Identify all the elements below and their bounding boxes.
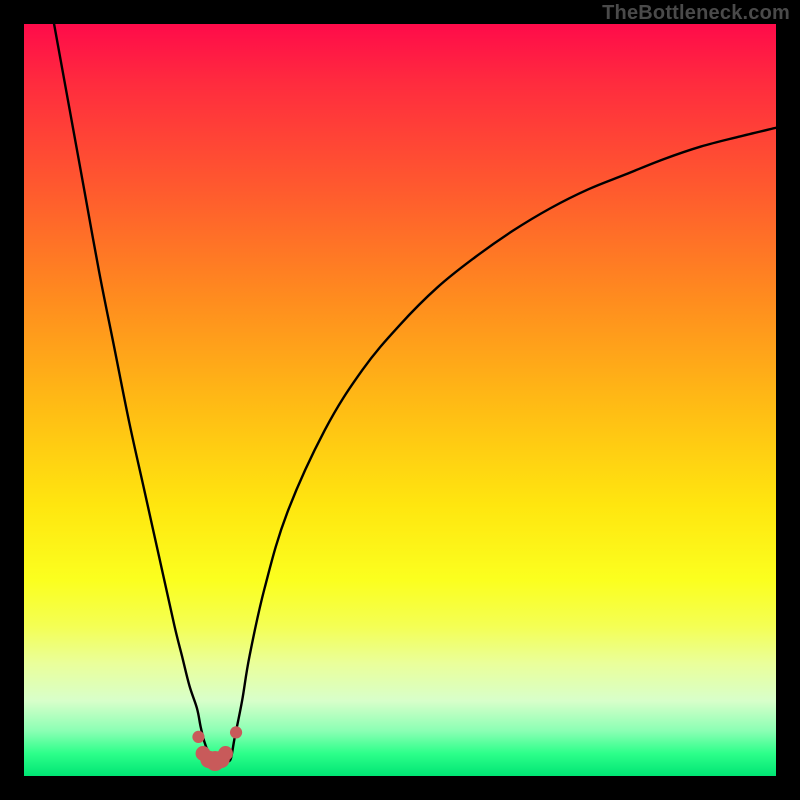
chart-svg xyxy=(24,24,776,776)
line-series-group xyxy=(54,24,776,761)
trough-marker-group xyxy=(192,726,242,771)
trough-marker xyxy=(192,731,204,743)
trough-marker xyxy=(218,746,233,761)
curve-right-rising-curve xyxy=(227,128,776,761)
plot-area xyxy=(24,24,776,776)
trough-marker xyxy=(230,726,242,738)
curve-left-falling-curve xyxy=(54,24,219,761)
chart-frame: TheBottleneck.com xyxy=(0,0,800,800)
watermark-text: TheBottleneck.com xyxy=(602,2,790,25)
